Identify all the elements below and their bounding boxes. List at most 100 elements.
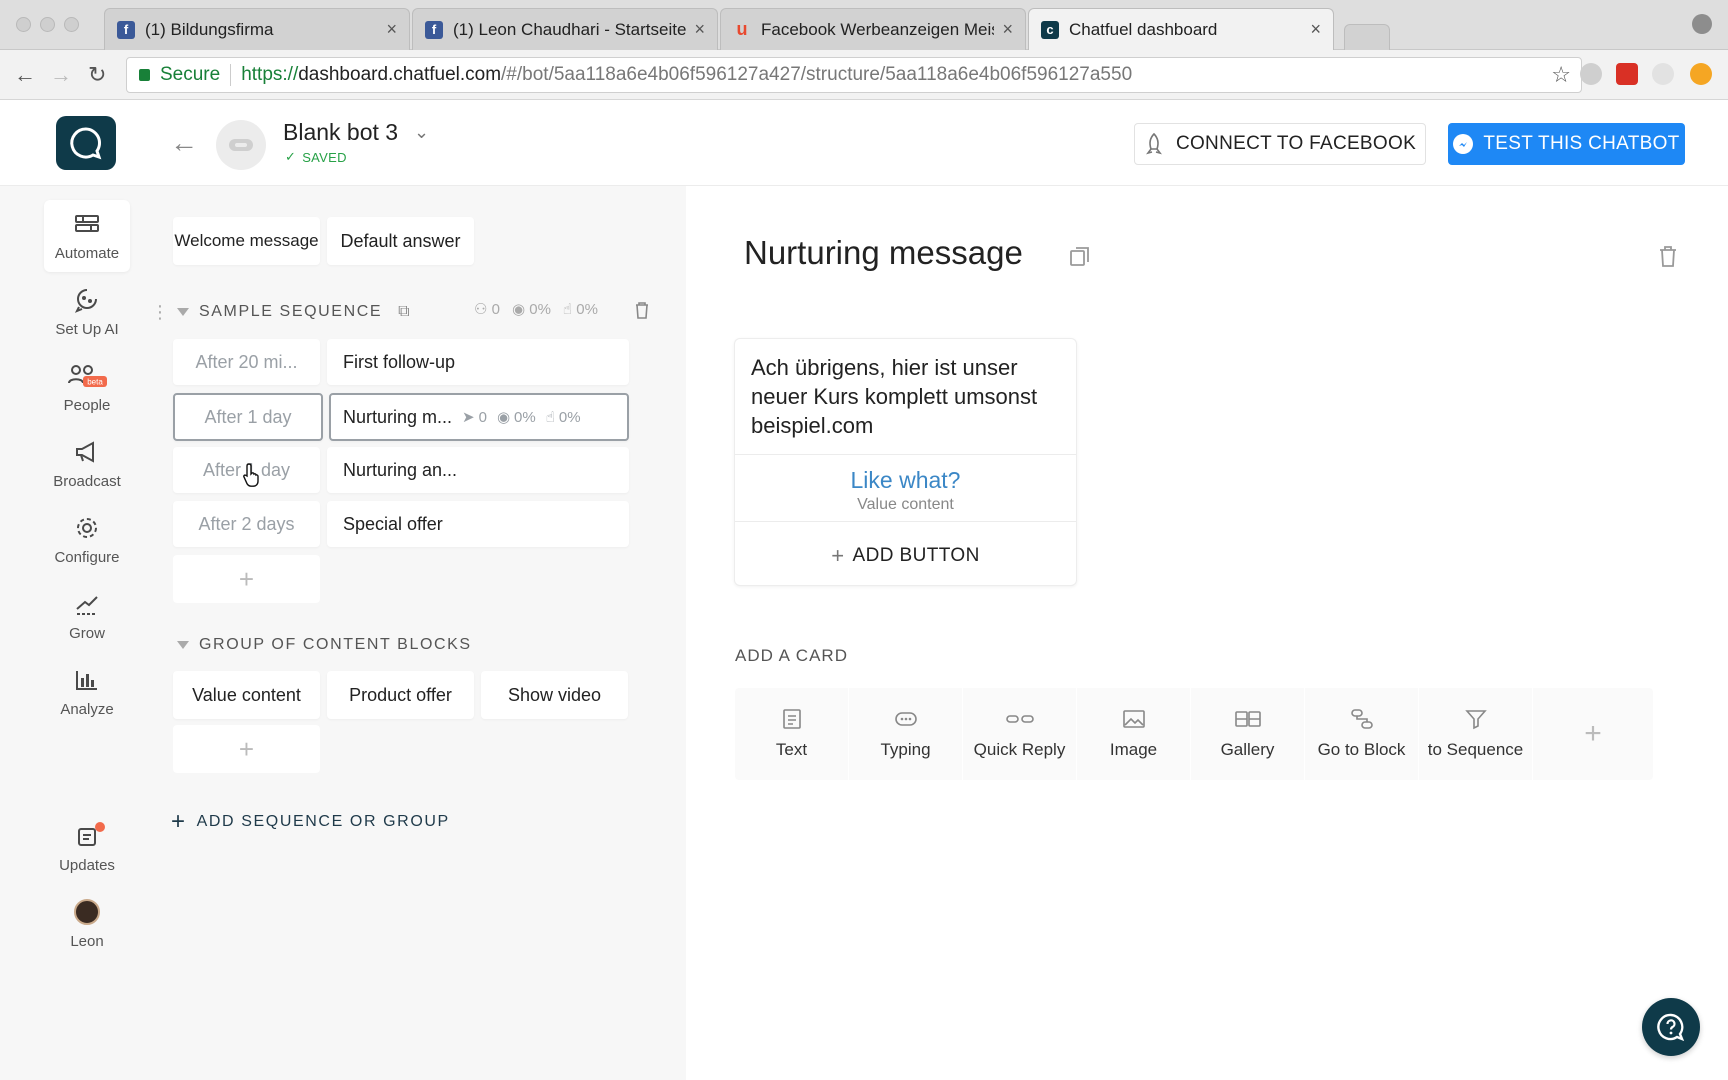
browser-tab-udemy[interactable]: u Facebook Werbeanzeigen Meis × [720, 8, 1026, 50]
seen-stat: ◉ 0% [511, 301, 551, 318]
close-icon[interactable]: × [386, 19, 397, 40]
nav-item-grow[interactable]: Grow [44, 580, 130, 652]
bot-avatar[interactable] [216, 120, 266, 170]
extension-record-icon[interactable] [1616, 63, 1638, 85]
extension-tool-icon[interactable] [1652, 63, 1674, 85]
card-text[interactable]: Ach übrigens, hier ist unser neuer Kurs … [751, 353, 1061, 440]
add-card-label: ADD A CARD [735, 646, 848, 665]
plus-icon: + [171, 808, 187, 835]
close-icon[interactable]: × [1310, 19, 1321, 40]
copy-icon[interactable] [1068, 244, 1092, 273]
sequence-block[interactable]: First follow-up [327, 339, 629, 385]
reload-icon[interactable]: ↻ [88, 62, 106, 88]
nav-item-people[interactable]: beta People [44, 352, 130, 424]
browser-tab-bildungsfirma[interactable]: f (1) Bildungsfirma × [104, 8, 410, 50]
ai-brain-icon [74, 288, 97, 313]
test-chatbot-button[interactable]: TEST THIS CHATBOT [1448, 123, 1685, 165]
url-field[interactable]: Secure https://dashboard.chatfuel.com/#/… [126, 57, 1582, 93]
card-button-title[interactable]: Like what? [735, 467, 1076, 494]
card-type-quick-reply[interactable]: Quick Reply [963, 688, 1077, 780]
bot-name[interactable]: Blank bot 3 [283, 119, 398, 146]
window-zoom-dot[interactable] [64, 17, 79, 32]
close-icon[interactable]: × [694, 19, 705, 40]
close-icon[interactable]: × [1002, 19, 1013, 40]
extension-alert-icon[interactable] [1690, 63, 1712, 85]
block-welcome-message[interactable]: Welcome message [173, 217, 320, 265]
group-block[interactable]: Product offer [327, 671, 474, 719]
nav-item-broadcast[interactable]: Broadcast [44, 428, 130, 500]
url-host: dashboard.chatfuel.com [298, 64, 502, 85]
secure-indicator[interactable]: Secure [139, 64, 220, 86]
block-default-answer[interactable]: Default answer [327, 217, 474, 265]
sequence-block[interactable]: Special offer [327, 501, 629, 547]
user-avatar [74, 898, 100, 925]
help-chat-button[interactable] [1642, 998, 1700, 1056]
forward-icon[interactable]: → [50, 62, 72, 88]
sequence-title[interactable]: SAMPLE SEQUENCE ⧉ [177, 303, 411, 321]
new-tab-button[interactable] [1344, 24, 1390, 50]
sequence-timing[interactable]: After 20 mi... [173, 339, 320, 385]
window-close-dot[interactable] [16, 17, 31, 32]
automate-icon [75, 214, 99, 232]
card-type-image[interactable]: Image [1077, 688, 1191, 780]
group-title[interactable]: GROUP OF CONTENT BLOCKS [177, 636, 472, 654]
nav-item-automate[interactable]: Automate [44, 200, 130, 272]
window-minimize-dot[interactable] [40, 17, 55, 32]
back-arrow-icon[interactable]: ← [170, 127, 198, 159]
collapse-triangle-icon[interactable] [177, 308, 189, 316]
hand-cursor-icon [243, 463, 259, 487]
connect-to-facebook-button[interactable]: CONNECT TO FACEBOOK [1134, 123, 1426, 165]
add-sequence-or-group-button[interactable]: + ADD SEQUENCE OR GROUP [171, 808, 450, 836]
group-block[interactable]: Show video [481, 671, 628, 719]
facebook-icon: f [425, 20, 443, 39]
nav-item-configure[interactable]: Configure [44, 504, 130, 576]
nav-item-setup-ai[interactable]: Set Up AI [44, 276, 130, 348]
card-type-go-to-block[interactable]: Go to Block [1305, 688, 1419, 780]
drag-handle-icon[interactable]: ⋮ [151, 302, 169, 323]
extension-m-icon[interactable] [1580, 63, 1602, 85]
browser-address-bar: ← → ↻ Secure https://dashboard.chatfuel.… [0, 50, 1728, 100]
chevron-down-icon[interactable]: ⌄ [414, 122, 429, 143]
add-group-block-button[interactable]: + [173, 725, 320, 773]
sequence-block-selected[interactable]: Nurturing m... ➤ 0 ◉ 0% ☝ 0% [329, 393, 629, 441]
sequence-timing[interactable]: After 1 day [173, 393, 323, 441]
typing-icon [894, 712, 917, 726]
sent-stat: ➤ 0 [462, 408, 487, 427]
image-icon [1122, 710, 1145, 728]
nav-item-user[interactable]: Leon [44, 888, 130, 960]
eye-icon: ◉ [496, 409, 511, 426]
group-block[interactable]: Value content [173, 671, 320, 719]
bookmark-star-icon[interactable]: ☆ [1551, 62, 1571, 88]
external-link-icon[interactable]: ⧉ [398, 303, 411, 321]
gallery-icon [1234, 711, 1261, 727]
chatfuel-icon: c [1041, 20, 1059, 39]
megaphone-icon [76, 440, 94, 463]
back-icon[interactable]: ← [14, 62, 36, 88]
clicked-stat: ☝ 0% [545, 408, 581, 427]
add-sequence-block-button[interactable]: + [173, 555, 320, 603]
users-stat: ⚇ 0 [474, 301, 500, 318]
block-title[interactable]: Nurturing message [744, 234, 1023, 272]
browser-tab-chatfuel[interactable]: c Chatfuel dashboard × [1028, 8, 1334, 50]
sequence-timing[interactable]: After 2 days [173, 501, 320, 547]
browser-tab-leon[interactable]: f (1) Leon Chaudhari - Startseite × [412, 8, 718, 50]
nav-item-analyze[interactable]: Analyze [44, 656, 130, 728]
sequence-block[interactable]: Nurturing an... [327, 447, 629, 493]
card-type-text[interactable]: Text [735, 688, 849, 780]
trash-icon[interactable] [1658, 244, 1678, 273]
add-button-button[interactable]: + ADD BUTTON [735, 543, 1076, 569]
collapse-triangle-icon[interactable] [177, 641, 189, 649]
nav-item-updates[interactable]: Updates [44, 812, 130, 884]
browser-tab-bar: f (1) Bildungsfirma × f (1) Leon Chaudha… [0, 0, 1728, 50]
eye-icon: ◉ [511, 301, 526, 318]
card-type-to-sequence[interactable]: to Sequence [1419, 688, 1533, 780]
card-type-gallery[interactable]: Gallery [1191, 688, 1305, 780]
people-icon: beta [68, 364, 107, 387]
help-icon [1657, 1013, 1685, 1042]
left-navigation: Automate Set Up AI beta People Broadcast… [0, 186, 160, 1080]
chatfuel-logo[interactable] [56, 116, 116, 170]
card-type-typing[interactable]: Typing [849, 688, 963, 780]
card-type-more-button[interactable]: + [1533, 688, 1653, 780]
trash-icon[interactable] [634, 300, 650, 325]
profile-icon[interactable] [1692, 14, 1712, 34]
